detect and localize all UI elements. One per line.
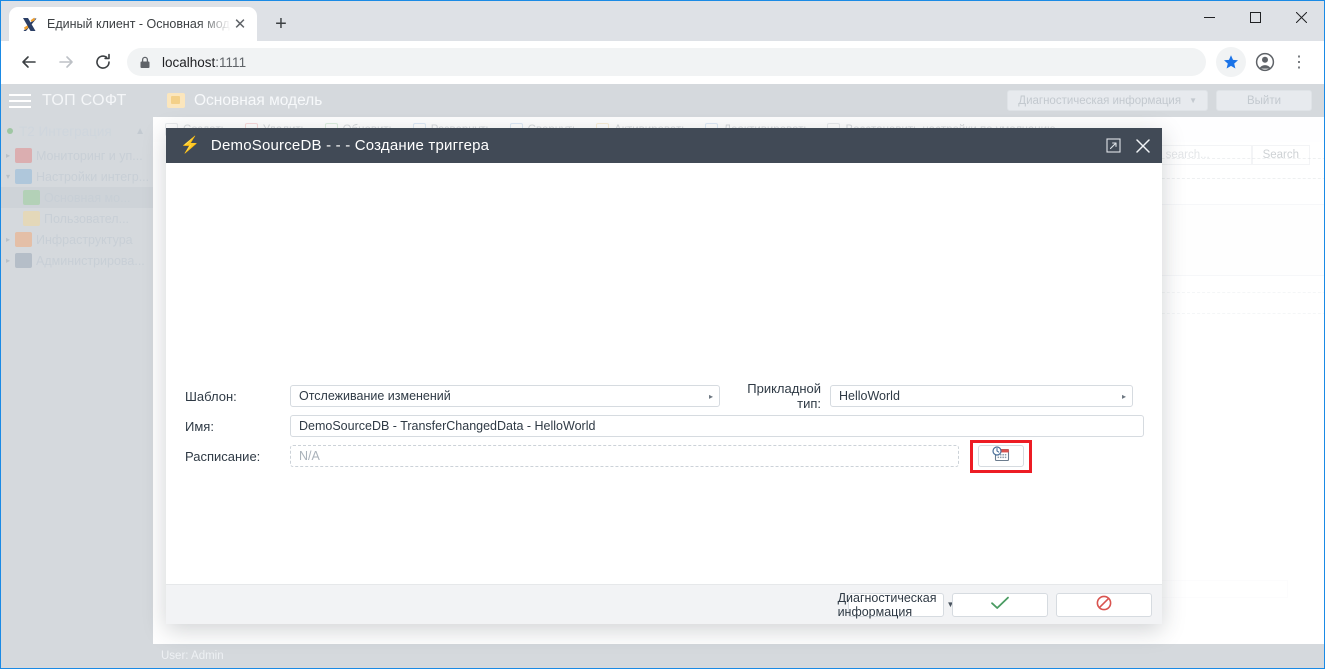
sidebar-item-label: Инфраструктура bbox=[36, 232, 133, 247]
apptype-select[interactable]: HelloWorld ▸ bbox=[830, 385, 1133, 407]
apptype-value: HelloWorld bbox=[839, 389, 900, 403]
monitoring-icon bbox=[15, 148, 32, 163]
folder-icon bbox=[167, 93, 185, 108]
browser-titlebar: Единый клиент - Основная мод ✕ + bbox=[1, 1, 1324, 41]
hamburger-menu-icon[interactable] bbox=[9, 90, 31, 112]
app-sidebar: ТОП СОФТ Т2 Интеграция ▲ ▸ Мониторинг и … bbox=[1, 84, 153, 668]
gear-icon bbox=[15, 232, 32, 247]
dialog-body: Шаблон: Отслеживание изменений ▸ Приклад… bbox=[166, 163, 1162, 584]
new-tab-button[interactable]: + bbox=[267, 10, 295, 38]
app-logo-icon bbox=[21, 16, 38, 33]
form-row-template: Шаблон: Отслеживание изменений ▸ Приклад… bbox=[185, 381, 1152, 411]
calendar-clock-icon bbox=[992, 445, 1010, 467]
puzzle-icon bbox=[23, 190, 40, 205]
form-row-name: Имя: DemoSourceDB - TransferChangedData … bbox=[185, 415, 1152, 437]
page-title: Основная модель bbox=[194, 91, 323, 109]
chevron-down-icon: ▼ bbox=[1189, 96, 1197, 105]
sidebar-item-label: Настройки интегр... bbox=[36, 169, 150, 184]
expander-icon[interactable]: ▸ bbox=[1, 235, 15, 244]
template-value: Отслеживание изменений bbox=[299, 389, 451, 403]
lock-icon bbox=[139, 56, 151, 69]
window-controls bbox=[1186, 1, 1324, 33]
sidebar-item-main-model[interactable]: Основная мо... bbox=[1, 187, 153, 208]
sidebar-group-integration[interactable]: Т2 Интеграция ▲ bbox=[1, 117, 153, 145]
reload-icon[interactable] bbox=[89, 48, 117, 76]
dialog-footer: Диагностическая информация ▼ bbox=[166, 584, 1162, 624]
browser-menu-icon[interactable]: ⋮ bbox=[1284, 47, 1314, 77]
maximize-icon[interactable] bbox=[1232, 1, 1278, 33]
schedule-picker-button[interactable] bbox=[978, 445, 1024, 467]
users-folder-icon bbox=[23, 211, 40, 226]
sidebar-item-monitoring[interactable]: ▸ Мониторинг и уп... bbox=[1, 145, 153, 166]
expander-icon[interactable]: ▾ bbox=[1, 172, 15, 181]
browser-tab[interactable]: Единый клиент - Основная мод ✕ bbox=[9, 7, 257, 41]
template-label: Шаблон: bbox=[185, 388, 237, 404]
bookmark-star-icon[interactable] bbox=[1216, 47, 1246, 77]
browser-window: Единый клиент - Основная мод ✕ + localho… bbox=[0, 0, 1325, 669]
chevron-up-icon[interactable]: ▲ bbox=[135, 126, 145, 137]
admin-gear-icon bbox=[15, 253, 32, 268]
tab-strip: Единый клиент - Основная мод ✕ + bbox=[9, 7, 295, 41]
cancel-button[interactable] bbox=[1056, 592, 1152, 617]
minimize-icon[interactable] bbox=[1186, 1, 1232, 33]
diagnostic-info-button[interactable]: Диагностическая информация ▼ bbox=[1007, 90, 1208, 111]
forward-icon[interactable] bbox=[52, 48, 80, 76]
schedule-button-highlight bbox=[970, 439, 1032, 473]
logout-button[interactable]: Выйти bbox=[1216, 90, 1312, 111]
restore-window-icon[interactable] bbox=[1098, 131, 1128, 161]
name-value: DemoSourceDB - TransferChangedData - Hel… bbox=[299, 419, 596, 433]
app-brand: ТОП СОФТ bbox=[1, 84, 153, 117]
dialog-diagnostic-label: Диагностическая информация bbox=[837, 590, 937, 619]
url-port: :1111 bbox=[215, 54, 247, 70]
lightning-icon: ⚡ bbox=[180, 136, 200, 154]
status-bar: User: Admin bbox=[153, 644, 1324, 668]
dialog-window-controls bbox=[1098, 131, 1158, 161]
chevron-down-icon: ▸ bbox=[708, 391, 713, 401]
sidebar-item-label: Основная мо... bbox=[44, 190, 131, 205]
schedule-input[interactable]: N/A bbox=[290, 445, 959, 467]
sidebar-item-label: Администрирова... bbox=[36, 253, 145, 268]
dialog-title: DemoSourceDB - - - Создание триггера bbox=[210, 137, 490, 154]
brand-title: ТОП СОФТ bbox=[42, 91, 127, 109]
profile-icon[interactable] bbox=[1250, 47, 1280, 77]
status-dot-icon bbox=[7, 128, 13, 134]
dialog-titlebar: ⚡ DemoSourceDB - - - Создание триггера bbox=[166, 128, 1162, 163]
wrench-icon bbox=[15, 169, 32, 184]
sidebar-item-infrastructure[interactable]: ▸ Инфраструктура bbox=[1, 229, 153, 250]
back-icon[interactable] bbox=[15, 48, 43, 76]
ban-icon bbox=[1096, 595, 1112, 615]
name-label: Имя: bbox=[185, 418, 214, 434]
apptype-label: Прикладной тип: bbox=[747, 381, 821, 411]
address-bar[interactable]: localhost:1111 bbox=[127, 48, 1206, 76]
chevron-down-icon: ▸ bbox=[1121, 391, 1126, 401]
template-select[interactable]: Отслеживание изменений ▸ bbox=[290, 385, 720, 407]
sidebar-group-label: Т2 Интеграция bbox=[19, 123, 112, 139]
topbar-actions: Диагностическая информация ▼ Выйти bbox=[999, 90, 1324, 111]
name-input[interactable]: DemoSourceDB - TransferChangedData - Hel… bbox=[290, 415, 1144, 437]
url-host: localhost bbox=[162, 54, 216, 70]
expander-icon[interactable]: ▸ bbox=[1, 256, 15, 265]
sidebar-item-administration[interactable]: ▸ Администрирова... bbox=[1, 250, 153, 271]
trigger-form: Шаблон: Отслеживание изменений ▸ Приклад… bbox=[185, 381, 1152, 475]
schedule-label: Расписание: bbox=[185, 448, 261, 464]
create-trigger-dialog: ⚡ DemoSourceDB - - - Создание триггера Ш… bbox=[166, 128, 1162, 624]
sidebar-item-label: Пользовател... bbox=[44, 211, 130, 226]
dialog-diagnostic-button[interactable]: Диагностическая информация ▼ bbox=[838, 591, 955, 619]
sidebar-item-label: Мониторинг и уп... bbox=[36, 148, 143, 163]
form-row-schedule: Расписание: N/A bbox=[185, 439, 1152, 473]
expander-icon[interactable]: ▸ bbox=[1, 151, 15, 160]
browser-toolbar: localhost:1111 ⋮ bbox=[1, 41, 1324, 84]
schedule-placeholder: N/A bbox=[299, 449, 320, 463]
close-icon[interactable] bbox=[1278, 1, 1324, 33]
app-topbar: Основная модель Диагностическая информац… bbox=[153, 84, 1324, 117]
tab-close-icon[interactable]: ✕ bbox=[231, 15, 249, 33]
tab-title: Единый клиент - Основная мод bbox=[47, 17, 230, 31]
status-user: User: Admin bbox=[161, 650, 224, 662]
sidebar-item-integration-settings[interactable]: ▾ Настройки интегр... bbox=[1, 166, 153, 187]
confirm-button[interactable] bbox=[952, 592, 1048, 617]
checkmark-icon bbox=[990, 596, 1010, 613]
sidebar-item-users[interactable]: Пользовател... bbox=[1, 208, 153, 229]
close-icon[interactable] bbox=[1128, 131, 1158, 161]
